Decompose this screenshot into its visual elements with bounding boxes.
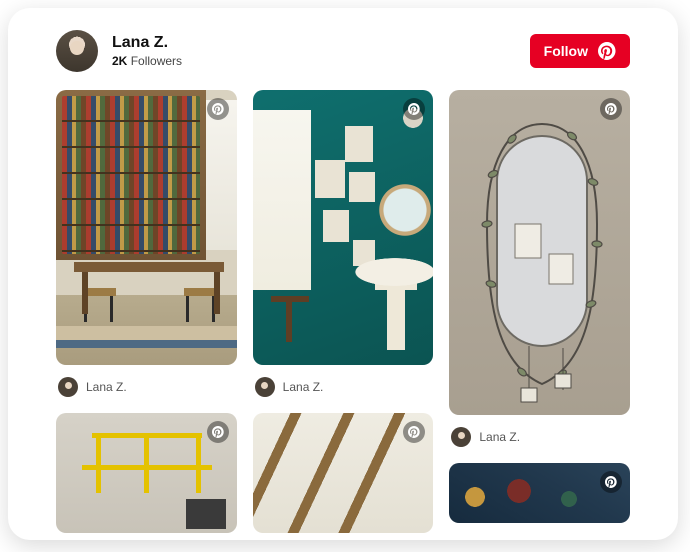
pin-grid: Lana Z. Lana Z.	[26, 90, 660, 540]
pinterest-badge[interactable]	[207, 421, 229, 443]
pinterest-badge[interactable]	[403, 421, 425, 443]
follow-button[interactable]: Follow	[530, 34, 630, 68]
pinterest-icon	[605, 103, 617, 115]
pin-attribution[interactable]: Lana Z.	[449, 425, 630, 453]
pinterest-icon	[212, 103, 224, 115]
avatar[interactable]	[56, 30, 98, 72]
pin[interactable]	[56, 413, 237, 533]
pin[interactable]	[449, 90, 630, 415]
avatar-small	[451, 427, 471, 447]
pin-author: Lana Z.	[283, 380, 324, 394]
pinterest-badge[interactable]	[207, 98, 229, 120]
pinterest-icon	[212, 426, 224, 438]
profile-name[interactable]: Lana Z.	[112, 34, 182, 52]
pinterest-badge[interactable]	[403, 98, 425, 120]
pin[interactable]	[449, 463, 630, 523]
pinterest-icon	[598, 42, 616, 60]
mirror-illustration	[467, 104, 617, 404]
pin-attribution[interactable]: Lana Z.	[253, 375, 434, 403]
profile-card: Lana Z. 2K Followers Follow Lana Z.	[8, 8, 678, 540]
profile-header: Lana Z. 2K Followers Follow	[26, 30, 660, 72]
follower-count: 2K Followers	[112, 54, 182, 68]
pinterest-icon	[408, 426, 420, 438]
avatar-small	[255, 377, 275, 397]
grid-column: Lana Z.	[253, 90, 434, 533]
pinterest-badge[interactable]	[600, 98, 622, 120]
pinterest-badge[interactable]	[600, 471, 622, 493]
follow-label: Follow	[544, 43, 588, 59]
grid-column: Lana Z.	[56, 90, 237, 533]
avatar-small	[58, 377, 78, 397]
pin-author: Lana Z.	[479, 430, 520, 444]
pin[interactable]	[253, 413, 434, 533]
pin[interactable]	[253, 90, 434, 365]
grid-column: Lana Z.	[449, 90, 630, 523]
pin[interactable]	[56, 90, 237, 365]
pinterest-icon	[605, 476, 617, 488]
pin-attribution[interactable]: Lana Z.	[56, 375, 237, 403]
pinterest-icon	[408, 103, 420, 115]
profile-text: Lana Z. 2K Followers	[112, 34, 182, 68]
pin-author: Lana Z.	[86, 380, 127, 394]
